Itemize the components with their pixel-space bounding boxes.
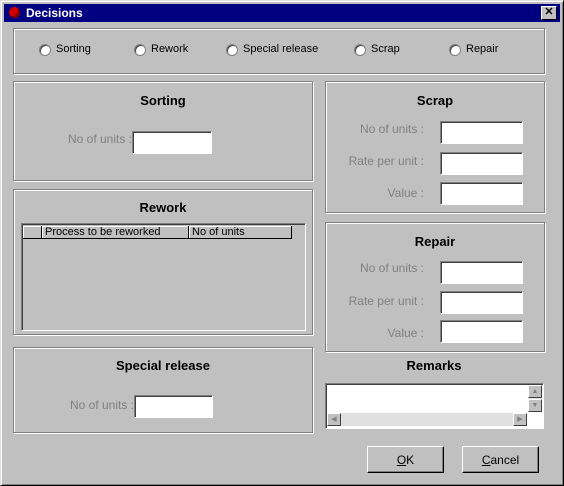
scroll-right-button[interactable]: ▶ bbox=[513, 413, 527, 426]
rework-table[interactable]: Process to be reworked No of units bbox=[21, 223, 306, 331]
radio-circle bbox=[39, 44, 51, 56]
ok-label: K bbox=[406, 453, 415, 467]
scrap-value-input[interactable] bbox=[440, 182, 523, 205]
repair-units-input[interactable] bbox=[440, 261, 523, 284]
scroll-left-button[interactable]: ◀ bbox=[327, 413, 341, 426]
decisions-dialog: Decisions ✕ Sorting Rework Special relea… bbox=[0, 0, 564, 486]
remarks-memo[interactable]: ▲ ▼ ◀ ▶ bbox=[325, 383, 544, 429]
close-button[interactable]: ✕ bbox=[541, 6, 557, 20]
radio-label: Scrap bbox=[371, 43, 400, 55]
repair-value-label: Value : bbox=[387, 326, 424, 340]
special-release-group: Special release No of units : bbox=[13, 347, 313, 433]
decision-type-group: Sorting Rework Special release Scrap Rep… bbox=[13, 28, 545, 74]
radio-label: Rework bbox=[151, 43, 189, 55]
radio-label: Sorting bbox=[56, 43, 91, 55]
sorting-group: Sorting No of units : bbox=[13, 81, 313, 181]
remarks-title: Remarks bbox=[406, 358, 462, 373]
repair-value-input[interactable] bbox=[440, 320, 523, 343]
app-icon bbox=[9, 7, 20, 18]
sorting-units-input[interactable] bbox=[132, 131, 212, 154]
radio-label: Repair bbox=[466, 43, 499, 55]
scroll-down-button[interactable]: ▼ bbox=[528, 399, 542, 412]
column-header-process[interactable]: Process to be reworked bbox=[42, 226, 189, 239]
sorting-title: Sorting bbox=[140, 93, 186, 108]
special-release-title: Special release bbox=[116, 358, 210, 373]
scrap-group: Scrap No of units : Rate per unit : Valu… bbox=[325, 81, 545, 213]
radio-circle bbox=[449, 44, 461, 56]
repair-group: Repair No of units : Rate per unit : Val… bbox=[325, 222, 545, 352]
repair-rate-input[interactable] bbox=[440, 291, 523, 314]
scrap-units-input[interactable] bbox=[440, 121, 523, 144]
repair-units-label: No of units : bbox=[359, 261, 424, 275]
repair-rate-label: Rate per unit : bbox=[348, 294, 424, 308]
cancel-label: ancel bbox=[490, 453, 520, 467]
ok-accelerator: O bbox=[396, 453, 407, 467]
radio-circle bbox=[134, 44, 146, 56]
scrap-rate-input[interactable] bbox=[440, 152, 523, 175]
rework-title: Rework bbox=[139, 200, 187, 215]
window-title: Decisions bbox=[26, 6, 83, 20]
sorting-units-label: No of units : bbox=[67, 132, 132, 146]
column-header-units[interactable]: No of units bbox=[189, 226, 292, 239]
repair-title: Repair bbox=[414, 234, 456, 249]
scrap-rate-label: Rate per unit : bbox=[348, 154, 424, 168]
radio-circle bbox=[226, 44, 238, 56]
special-units-input[interactable] bbox=[134, 395, 213, 418]
rework-group: Rework Process to be reworked No of unit… bbox=[13, 189, 313, 335]
scrap-value-label: Value : bbox=[387, 186, 424, 200]
special-units-label: No of units : bbox=[69, 398, 134, 412]
title-bar: Decisions ✕ bbox=[4, 4, 560, 22]
row-indicator-header bbox=[23, 226, 42, 239]
radio-label: Special release bbox=[243, 43, 319, 55]
scrap-units-label: No of units : bbox=[359, 122, 424, 136]
ok-button[interactable]: OK bbox=[367, 446, 444, 473]
horizontal-scroll-track[interactable] bbox=[341, 413, 513, 426]
radio-circle bbox=[354, 44, 366, 56]
scroll-up-button[interactable]: ▲ bbox=[528, 385, 542, 398]
scrap-title: Scrap bbox=[416, 93, 454, 108]
cancel-button[interactable]: Cancel bbox=[462, 446, 539, 473]
